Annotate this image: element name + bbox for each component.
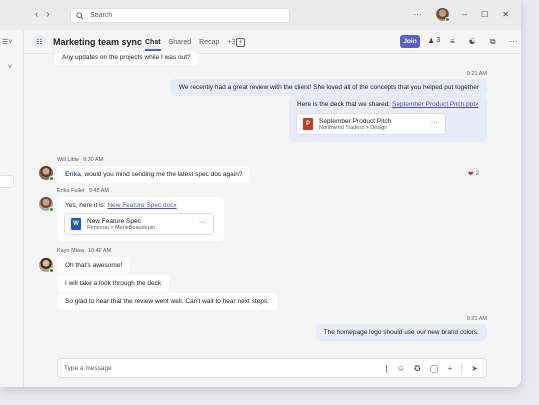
file-link[interactable]: New Feature Spec.docx — [107, 202, 176, 209]
file-path: Personal > MarieBeaudouin — [87, 224, 156, 231]
chevron-down-icon[interactable]: ˅ — [8, 64, 12, 71]
filter-icon[interactable]: ☰˅ — [2, 38, 12, 46]
message-timestamp: 10:42 AM — [87, 248, 112, 254]
presence-indicator — [49, 207, 54, 212]
chat-header: ☷ Marketing team sync Chat Shared Recap … — [24, 30, 521, 54]
reaction-badge[interactable]: ❤ 2 — [468, 170, 479, 178]
share-icon[interactable]: ☯ — [469, 37, 476, 47]
more-icon[interactable]: ··· — [199, 219, 206, 226]
back-arrow-icon[interactable]: ‹ — [35, 9, 38, 20]
emoji-icon[interactable]: ☺ — [397, 364, 405, 374]
heart-icon: ❤ — [467, 171, 474, 178]
message-timestamp: 9:48 AM — [88, 188, 109, 194]
selected-list-item[interactable] — [0, 175, 14, 188]
maximize-button[interactable]: ☐ — [481, 10, 488, 19]
file-name: September Product Pitch — [319, 117, 392, 125]
forward-arrow-icon[interactable]: › — [46, 9, 49, 20]
file-info: September Product Pitch Northwind Trader… — [319, 118, 391, 131]
popout-icon[interactable]: ⧉ — [490, 37, 496, 47]
message-text: , would you mind sending me the latest s… — [80, 171, 243, 178]
teams-window: ‹ › Search ··· – ☐ ✕ ☰˅ ˅ ☷ Marketing te… — [0, 0, 521, 387]
nav-arrows: ‹ › — [35, 9, 50, 20]
sender-header: Erika Fuller 9:48 AM — [57, 188, 109, 194]
close-button[interactable]: ✕ — [502, 10, 509, 19]
composer-actions: ƪ ☺ ✪ ◯ + ➤ — [385, 364, 478, 374]
sender-name: Will Little — [57, 157, 80, 163]
format-icon[interactable]: ƪ — [385, 364, 388, 374]
avatar[interactable] — [39, 166, 54, 181]
file-card[interactable]: W New Feature Spec Personal > MarieBeaud… — [64, 213, 214, 235]
message-timestamp: 9:21 AM — [466, 71, 487, 77]
more-icon[interactable]: ··· — [431, 119, 438, 126]
sender-header: Will Little 9:30 AM — [57, 157, 103, 163]
more-icon[interactable]: ··· — [510, 37, 518, 47]
header-actions: ≡ ☯ ⧉ ··· — [450, 37, 518, 47]
chat-tabs: Chat Shared Recap +3 — [145, 39, 235, 51]
message-bubble: So glad to hear that the review went wel… — [57, 293, 277, 310]
powerpoint-icon: P — [303, 118, 313, 130]
plus-icon[interactable]: + — [448, 364, 453, 374]
divider — [461, 364, 463, 374]
minimize-button[interactable]: – — [463, 10, 467, 19]
my-message-bubble: We recently had a great review with the … — [170, 79, 487, 96]
file-card[interactable]: P September Product Pitch Northwind Trad… — [296, 113, 446, 135]
profile-avatar[interactable] — [435, 8, 450, 22]
file-info: New Feature Spec Personal > MarieBeaudou… — [87, 218, 155, 231]
list-icon[interactable]: ≡ — [450, 37, 455, 47]
participants-count: 3 — [436, 37, 441, 44]
message-bubble: Oh that's awesome! — [57, 257, 131, 274]
more-options-button[interactable]: ··· — [414, 10, 422, 19]
chat-title: Marketing team sync — [53, 37, 143, 47]
message-bubble: I will take a look through the deck — [57, 275, 170, 292]
presence-indicator — [49, 176, 54, 181]
reaction-count: 2 — [475, 171, 479, 177]
attach-icon[interactable]: ✪ — [414, 364, 421, 374]
file-name: New Feature Spec — [87, 217, 141, 225]
file-link[interactable]: September Product Pitch.pptx — [392, 101, 478, 108]
search-input[interactable]: Search — [70, 8, 290, 23]
window-controls: ··· – ☐ ✕ — [414, 8, 509, 22]
file-path: Northwind Traders > Design — [319, 124, 388, 131]
search-placeholder: Search — [90, 12, 113, 19]
message-bubble: Erika, would you mind sending me the lat… — [57, 166, 251, 183]
my-message-bubble: The homepage logo should use our new bra… — [315, 324, 487, 341]
composer-placeholder: Type a message — [64, 365, 112, 372]
presence-indicator — [49, 268, 54, 273]
mention[interactable]: Erika — [65, 171, 81, 178]
sender-header: Kayo Miwa 10:42 AM — [57, 248, 111, 254]
sender-name: Erika Fuller — [57, 188, 85, 194]
people-icon: ♟ — [428, 38, 435, 45]
chat-pane: ☷ Marketing team sync Chat Shared Recap … — [24, 30, 521, 387]
send-icon[interactable]: ➤ — [471, 364, 478, 374]
tab-recap[interactable]: Recap — [199, 39, 219, 51]
tab-more[interactable]: +3 — [227, 39, 235, 51]
sender-name: Kayo Miwa — [57, 248, 84, 254]
message-text: Here is the deck that we shared: — [297, 101, 393, 108]
loop-icon[interactable]: ◯ — [430, 364, 439, 374]
message-timestamp: 9:30 AM — [83, 157, 104, 163]
join-button[interactable]: Join — [400, 35, 420, 48]
add-tab-icon[interactable]: + — [236, 38, 245, 47]
message-text: Yes, here it is: — [65, 202, 108, 209]
message-bubble-cut: Any updates on the projects while I was … — [54, 52, 199, 65]
tab-chat[interactable]: Chat — [145, 39, 161, 51]
avatar[interactable] — [39, 258, 54, 273]
search-icon — [76, 11, 84, 20]
tab-shared[interactable]: Shared — [169, 39, 192, 51]
message-timestamp: 9:21 AM — [466, 316, 487, 322]
meeting-chat-icon: ☷ — [33, 35, 46, 48]
message-composer[interactable]: Type a message ƪ ☺ ✪ ◯ + ➤ — [57, 358, 487, 378]
title-bar: ‹ › Search ··· – ☐ ✕ — [0, 0, 521, 30]
word-icon: W — [71, 218, 81, 230]
left-pane-strip: ☰˅ ˅ — [0, 30, 24, 387]
participants-button[interactable]: ♟ 3 — [428, 37, 440, 45]
presence-indicator — [444, 17, 450, 22]
avatar[interactable] — [39, 197, 54, 212]
